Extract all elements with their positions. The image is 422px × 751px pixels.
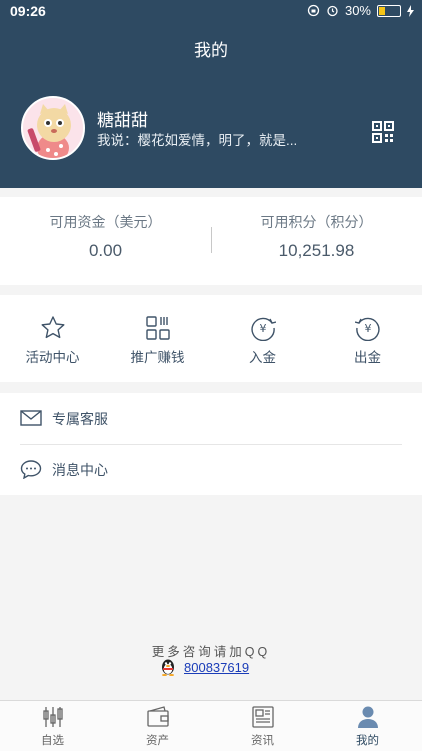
qr-code-icon[interactable] bbox=[371, 120, 395, 144]
user-signature: 我说：樱花如爱情，明了，就是... bbox=[97, 133, 298, 148]
svg-text:¥: ¥ bbox=[260, 322, 267, 335]
wallet-icon bbox=[147, 706, 169, 727]
qr-promo-icon bbox=[146, 316, 170, 340]
person-icon bbox=[358, 706, 378, 728]
action-activity-center[interactable]: 活动中心 bbox=[0, 295, 105, 382]
menu-list: 专属客服 消息中心 bbox=[0, 393, 422, 495]
mail-icon bbox=[20, 410, 42, 426]
withdraw-yen-icon: ¥ bbox=[355, 317, 380, 341]
star-icon bbox=[41, 316, 65, 339]
status-indicators: 30% bbox=[307, 3, 414, 18]
rotation-lock-icon bbox=[307, 4, 320, 17]
available-points-label: 可用积分（积分） bbox=[260, 214, 373, 230]
avatar[interactable] bbox=[21, 96, 85, 160]
qq-number-link[interactable]: 800837619 bbox=[184, 660, 249, 675]
tab-label: 资讯 bbox=[251, 735, 274, 747]
username: 糖甜甜 bbox=[97, 111, 148, 130]
menu-item-message-center[interactable]: 消息中心 bbox=[0, 444, 422, 495]
charging-icon bbox=[407, 4, 414, 17]
cat-avatar-image bbox=[23, 98, 83, 158]
menu-item-label: 专属客服 bbox=[52, 411, 108, 427]
qq-contact: 800837619 bbox=[160, 657, 249, 677]
action-label: 活动中心 bbox=[25, 350, 80, 365]
menu-item-label: 消息中心 bbox=[52, 462, 108, 478]
tab-label: 我的 bbox=[356, 735, 379, 747]
status-time: 09:26 bbox=[10, 3, 46, 19]
tab-assets[interactable]: 资产 bbox=[105, 701, 210, 751]
alarm-icon bbox=[327, 5, 338, 17]
action-label: 出金 bbox=[354, 350, 381, 365]
tab-watchlist[interactable]: 自选 bbox=[0, 701, 105, 751]
tab-me[interactable]: 我的 bbox=[315, 701, 420, 751]
candlestick-icon bbox=[43, 707, 63, 727]
action-label: 入金 bbox=[249, 350, 276, 365]
bottom-tab-bar: 自选 资产 资讯 我的 bbox=[0, 700, 422, 751]
news-icon bbox=[252, 706, 274, 728]
status-bar: 09:26 30% bbox=[0, 0, 422, 24]
tab-news[interactable]: 资讯 bbox=[210, 701, 315, 751]
action-label: 推广赚钱 bbox=[130, 350, 185, 365]
action-deposit[interactable]: ¥ 入金 bbox=[210, 295, 315, 382]
profile-header: 我的 糖甜甜 我说：樱花如爱情，明了，就是... bbox=[0, 24, 422, 188]
qq-penguin-icon bbox=[162, 659, 174, 676]
svg-text:¥: ¥ bbox=[365, 322, 372, 335]
funds-panel: 可用资金（美元） 0.00 可用积分（积分） 10,251.98 bbox=[0, 197, 422, 285]
available-funds-label: 可用资金（美元） bbox=[49, 214, 162, 230]
battery-percent: 30% bbox=[344, 3, 371, 18]
available-funds-value: 0.00 bbox=[88, 241, 123, 260]
action-withdraw[interactable]: ¥ 出金 bbox=[315, 295, 420, 382]
tab-label: 资产 bbox=[146, 735, 169, 747]
available-points-value: 10,251.98 bbox=[278, 241, 355, 260]
quick-actions: 活动中心 推广赚钱 ¥ 入金 ¥ 出金 bbox=[0, 295, 422, 382]
action-promote-earn[interactable]: 推广赚钱 bbox=[105, 295, 210, 382]
deposit-yen-icon: ¥ bbox=[251, 317, 276, 341]
menu-item-exclusive-service[interactable]: 专属客服 bbox=[0, 393, 422, 445]
tab-label: 自选 bbox=[41, 735, 64, 747]
battery-icon bbox=[377, 4, 401, 17]
chat-bubble-icon bbox=[20, 460, 42, 479]
available-points[interactable]: 可用积分（积分） 10,251.98 bbox=[211, 197, 422, 285]
available-funds[interactable]: 可用资金（美元） 0.00 bbox=[0, 197, 211, 285]
page-title: 我的 bbox=[194, 41, 228, 60]
